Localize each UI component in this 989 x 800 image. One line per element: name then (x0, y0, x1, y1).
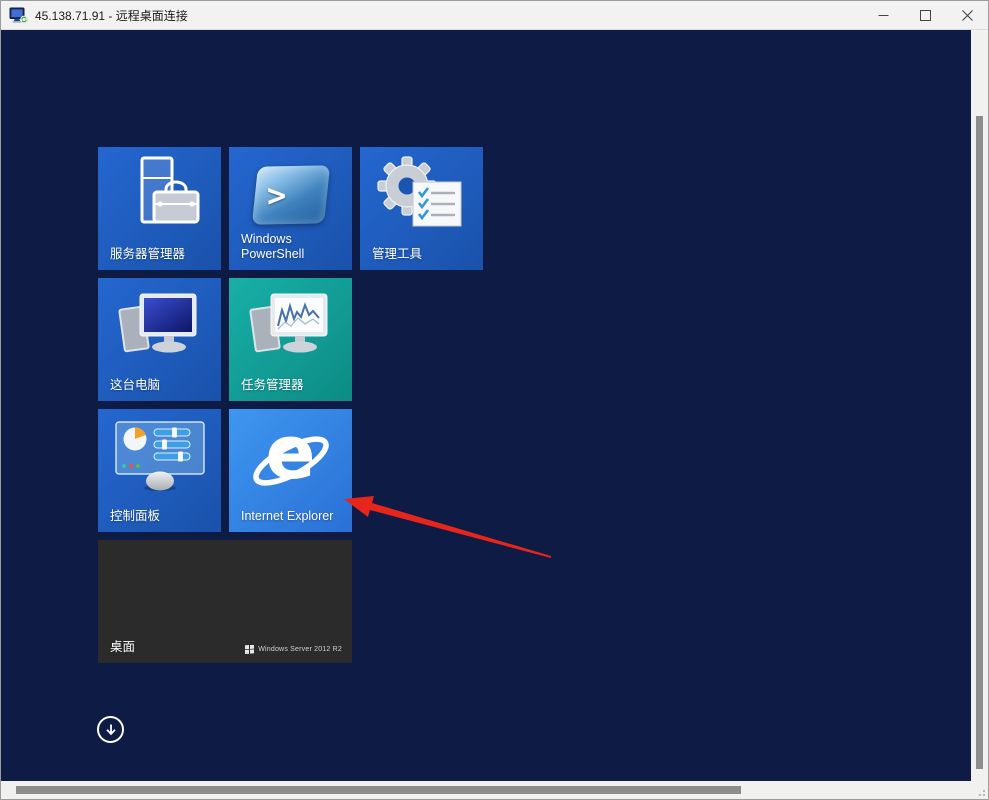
tile-label: Internet Explorer (241, 509, 344, 525)
all-apps-button[interactable] (97, 716, 124, 743)
server-manager-icon (98, 155, 221, 234)
minimize-button[interactable] (862, 1, 904, 29)
window-controls (862, 1, 988, 29)
tile-windows-powershell[interactable]: > Windows PowerShell (229, 147, 352, 270)
window-title: 45.138.71.91 - 远程桌面连接 (35, 7, 188, 24)
close-icon (962, 10, 973, 21)
resize-grip-icon (971, 781, 988, 799)
tile-desktop[interactable]: 桌面 Windows Server 2012 R2 (98, 540, 352, 663)
maximize-button[interactable] (904, 1, 946, 29)
horizontal-scrollbar-thumb[interactable] (16, 786, 741, 794)
tile-label: 任务管理器 (241, 378, 344, 394)
this-pc-icon (98, 286, 221, 365)
remote-desktop-viewport: 服务器管理器 > Windows PowerShell (1, 30, 971, 781)
tile-label: 这台电脑 (110, 378, 213, 394)
titlebar[interactable]: 45.138.71.91 - 远程桌面连接 (1, 1, 988, 30)
tile-this-pc[interactable]: 这台电脑 (98, 278, 221, 401)
internet-explorer-icon: e (229, 417, 352, 496)
tile-label: 管理工具 (372, 247, 475, 263)
control-panel-icon (98, 417, 221, 496)
resize-grip[interactable] (971, 781, 988, 799)
windows-server-brand: Windows Server 2012 R2 (245, 645, 342, 654)
horizontal-scrollbar[interactable] (1, 781, 971, 799)
tile-label: Windows PowerShell (241, 232, 344, 263)
circled-down-arrow-icon (105, 723, 117, 736)
vertical-scrollbar[interactable] (971, 30, 988, 781)
vertical-scrollbar-thumb[interactable] (976, 116, 983, 769)
close-button[interactable] (946, 1, 988, 29)
remote-desktop-icon (9, 7, 29, 24)
minimize-icon (878, 10, 889, 21)
tile-control-panel[interactable]: 控制面板 (98, 409, 221, 532)
windows-logo-icon (245, 645, 254, 654)
tile-server-manager[interactable]: 服务器管理器 (98, 147, 221, 270)
rdp-window: 45.138.71.91 - 远程桌面连接 (0, 0, 989, 800)
annotation-arrow (1, 30, 971, 781)
tile-admin-tools[interactable]: 管理工具 (360, 147, 483, 270)
tile-internet-explorer[interactable]: e Internet Explorer (229, 409, 352, 532)
tile-label: 服务器管理器 (110, 247, 213, 263)
tile-label: 控制面板 (110, 509, 213, 525)
maximize-icon (920, 10, 931, 21)
task-manager-icon (229, 286, 352, 365)
admin-tools-icon (360, 155, 483, 234)
tile-task-manager[interactable]: 任务管理器 (229, 278, 352, 401)
powershell-icon: > (229, 155, 352, 234)
